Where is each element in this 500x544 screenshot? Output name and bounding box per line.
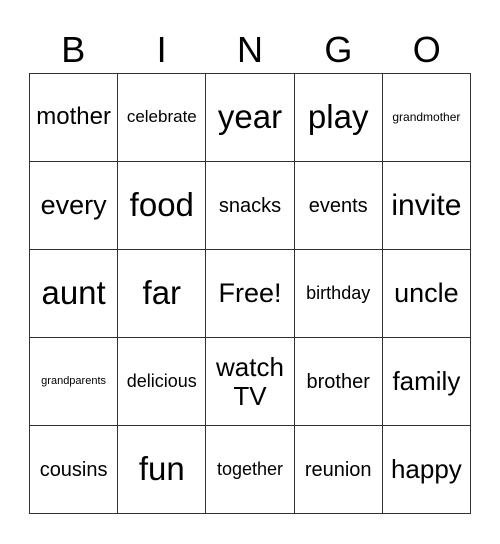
header-letter-o: O <box>412 29 441 70</box>
bingo-cell[interactable]: watch TV <box>206 338 295 426</box>
bingo-cell[interactable]: delicious <box>118 338 207 426</box>
bingo-cell[interactable]: far <box>118 250 207 338</box>
bingo-cell[interactable]: fun <box>118 426 207 514</box>
header-letter-b: B <box>61 29 86 70</box>
bingo-header: B I N G O <box>29 28 471 72</box>
bingo-cell[interactable]: birthday <box>294 250 383 338</box>
bingo-cell[interactable]: year <box>206 74 295 162</box>
bingo-cell[interactable]: every <box>30 162 119 250</box>
bingo-cell[interactable]: play <box>294 74 383 162</box>
bingo-cell[interactable]: mother <box>30 74 119 162</box>
bingo-cell[interactable]: grandmother <box>382 74 471 162</box>
bingo-cell[interactable]: snacks <box>206 162 295 250</box>
bingo-cell[interactable]: cousins <box>30 426 119 514</box>
bingo-cell[interactable]: events <box>294 162 383 250</box>
bingo-cell[interactable]: brother <box>294 338 383 426</box>
header-letter-i: I <box>156 29 167 70</box>
bingo-cell[interactable]: food <box>118 162 207 250</box>
bingo-cell[interactable]: aunt <box>30 250 119 338</box>
bingo-grid: mother celebrate year play grandmother e… <box>29 73 471 514</box>
bingo-cell[interactable]: reunion <box>294 426 383 514</box>
bingo-cell[interactable]: together <box>206 426 295 514</box>
bingo-cell[interactable]: celebrate <box>118 74 207 162</box>
header-letter-n: N <box>236 29 263 70</box>
bingo-cell[interactable]: family <box>382 338 471 426</box>
header-letter-g: G <box>324 29 353 70</box>
bingo-cell[interactable]: happy <box>382 426 471 514</box>
bingo-cell[interactable]: grandparents <box>30 338 119 426</box>
bingo-cell[interactable]: uncle <box>382 250 471 338</box>
free-space-cell[interactable]: Free! <box>206 250 295 338</box>
bingo-cell[interactable]: invite <box>382 162 471 250</box>
